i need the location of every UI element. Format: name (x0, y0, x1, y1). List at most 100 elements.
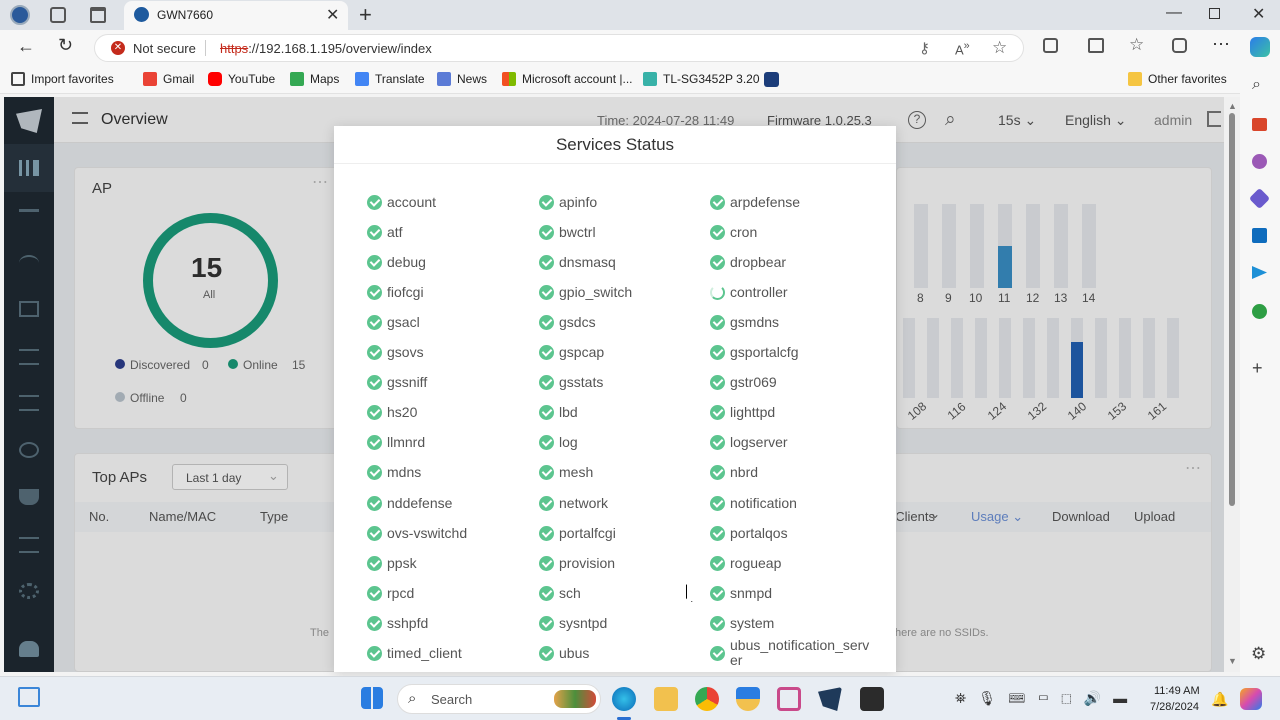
service-item-gstr069: gstr069 (710, 374, 870, 394)
check-circle-icon (710, 465, 725, 480)
browser-profile-icon[interactable] (10, 5, 30, 25)
service-name: portalqos (730, 525, 788, 541)
service-name: gsstats (559, 374, 604, 390)
minimize-icon[interactable]: — (1166, 4, 1182, 22)
service-name: sshpfd (387, 615, 429, 631)
service-name: ppsk (387, 555, 417, 571)
chrome-icon[interactable] (695, 687, 719, 711)
scroll-up-icon[interactable]: ▲ (1228, 101, 1237, 111)
check-circle-icon (367, 225, 382, 240)
check-circle-icon (710, 556, 725, 571)
fav-label: Maps (310, 72, 340, 86)
favorite-star-icon[interactable]: ☆ (992, 38, 1007, 58)
favorites-icon[interactable]: ☆ (1129, 35, 1144, 55)
url-field[interactable]: ✕ Not secure https://192.168.1.195/overv… (94, 34, 1024, 62)
tab-close-icon[interactable]: ✕ (326, 5, 339, 25)
service-name: rogueap (730, 555, 782, 571)
check-circle-icon (710, 315, 725, 330)
fav-maps[interactable]: Maps (290, 72, 339, 86)
service-name: llmnrd (387, 434, 426, 450)
service-name: atf (387, 224, 403, 240)
service-item-dropbear: dropbear (710, 254, 870, 274)
url-rest: ://192.168.1.195/overview/index (248, 41, 432, 56)
key-icon[interactable]: ⚷ (919, 39, 930, 57)
workspaces-icon[interactable] (50, 7, 66, 23)
service-name: arpdefense (730, 194, 801, 210)
service-name: gpio_switch (559, 284, 633, 300)
scroll-thumb[interactable] (1229, 113, 1235, 506)
fav-label: Translate (375, 72, 425, 86)
close-window-icon[interactable]: ✕ (1252, 4, 1265, 24)
service-item-arpdefense: arpdefense (710, 194, 870, 214)
new-tab-icon[interactable]: + (359, 2, 372, 28)
fav-translate[interactable]: Translate (355, 72, 425, 86)
page-scrollbar[interactable]: ▲ ▼ (1224, 97, 1240, 672)
service-item-atf: atf (367, 224, 527, 244)
check-circle-icon (367, 315, 382, 330)
refresh-icon[interactable]: ↻ (58, 35, 73, 56)
more-menu-icon[interactable]: ⋯ (1212, 34, 1230, 55)
service-name: gstr069 (730, 374, 777, 390)
fav-tplink[interactable]: TL-SG3452P 3.20 (643, 72, 760, 86)
copilot-icon[interactable] (1250, 37, 1270, 57)
check-circle-icon (710, 526, 725, 541)
widgets-icon[interactable] (18, 687, 40, 707)
check-circle-icon (710, 255, 725, 270)
fav-label: Microsoft account |... (522, 72, 633, 86)
sidebar-search-icon[interactable]: ⌕ (1252, 76, 1261, 94)
fav-gmail[interactable]: Gmail (143, 72, 194, 86)
notification-icon[interactable]: 🔔 (1211, 691, 1228, 708)
service-name: lbd (559, 404, 578, 420)
taskbar-search[interactable]: ⌕ Search (397, 684, 601, 714)
windows-taskbar: ⌕ Search ⛯🎙⌨▭⬚🔊▬ 11:49 AM 7/28/2024 🔔 (0, 676, 1280, 720)
fav-microsoft[interactable]: Microsoft account |... (502, 72, 633, 86)
back-icon[interactable]: ← (17, 36, 35, 57)
sidebar-office-icon[interactable] (1248, 187, 1271, 210)
clock-date[interactable]: 7/28/2024 (1150, 701, 1199, 713)
service-name: ovs-vswitchd (387, 525, 468, 541)
service-name: dropbear (730, 254, 787, 270)
scroll-down-icon[interactable]: ▼ (1228, 656, 1237, 666)
snipping-tool-icon[interactable] (777, 687, 801, 711)
tray-icons[interactable]: ⛯🎙⌨▭⬚🔊▬ (955, 690, 1139, 707)
clock-time[interactable]: 11:49 AM (1154, 685, 1200, 697)
check-circle-icon (539, 646, 554, 661)
tab-actions-icon[interactable] (90, 7, 106, 23)
read-aloud-icon[interactable]: A» (955, 40, 970, 57)
sidebar-add-icon[interactable]: + (1252, 358, 1263, 379)
fav-youtube[interactable]: YouTube (208, 72, 275, 86)
service-name: log (559, 434, 578, 450)
ak-favicon-icon[interactable] (764, 72, 779, 87)
service-item-gsstats: gsstats (539, 374, 699, 394)
check-circle-icon (710, 586, 725, 601)
sidebar-tree-icon[interactable] (1252, 304, 1267, 319)
check-circle-icon (539, 225, 554, 240)
terminal-icon[interactable] (860, 687, 884, 711)
split-screen-icon[interactable] (1088, 38, 1104, 53)
check-circle-icon (367, 375, 382, 390)
sidebar-outlook-icon[interactable] (1252, 228, 1267, 243)
fav-import[interactable]: Import favorites (11, 72, 114, 86)
tab-gwn7660[interactable]: GWN7660 ✕ (124, 1, 348, 30)
check-circle-icon (367, 496, 382, 511)
file-explorer-icon[interactable] (654, 687, 678, 711)
service-item-logserver: logserver (710, 434, 870, 454)
check-circle-icon (539, 255, 554, 270)
extensions-icon[interactable] (1043, 38, 1058, 53)
sidebar-games-icon[interactable] (1252, 154, 1267, 169)
fav-news[interactable]: News (437, 72, 487, 86)
collections-icon[interactable] (1172, 38, 1187, 53)
sidebar-settings-icon[interactable]: ⚙ (1251, 644, 1266, 664)
sidebar-send-icon[interactable] (1252, 266, 1267, 279)
grandstream-app-icon[interactable] (818, 687, 842, 711)
restore-icon[interactable] (1209, 8, 1220, 19)
sidebar-tools-icon[interactable] (1252, 118, 1267, 131)
service-item-gsdcs: gsdcs (539, 314, 699, 334)
shield-app-icon[interactable] (736, 687, 760, 711)
fav-other[interactable]: Other favorites (1128, 72, 1227, 86)
maps-icon (290, 72, 304, 86)
copilot-taskbar-icon[interactable] (1240, 688, 1262, 710)
edge-taskbar-icon[interactable] (612, 687, 636, 711)
modal-title: Services Status (334, 126, 896, 164)
start-icon[interactable] (361, 687, 383, 709)
